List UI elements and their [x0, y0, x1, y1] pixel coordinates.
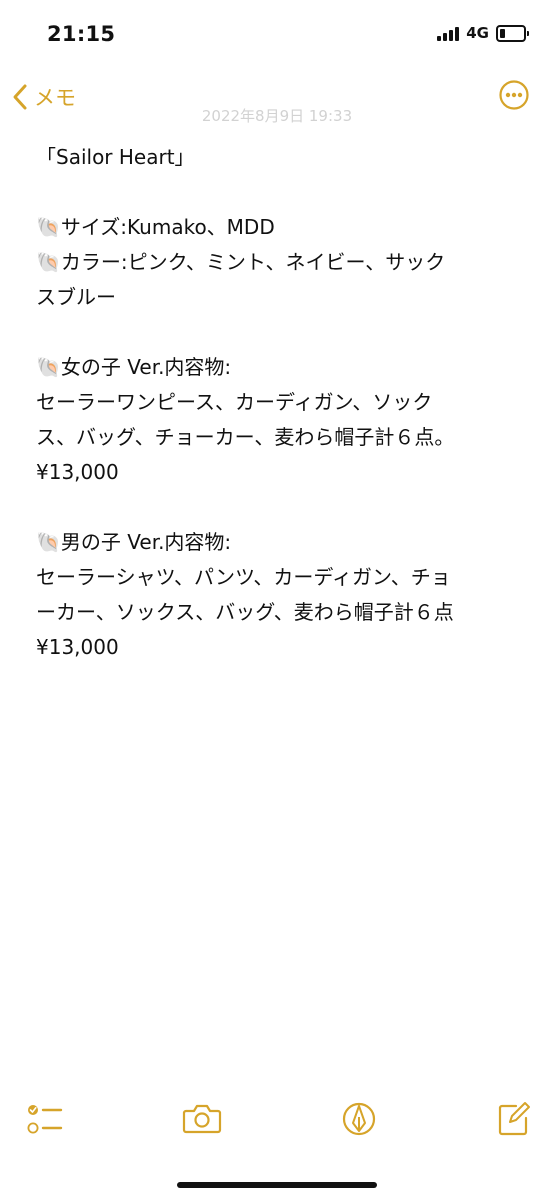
compose-icon — [498, 1102, 530, 1136]
note-line: ス、バッグ、チョーカー、麦わら帽子計６点。 — [36, 425, 455, 449]
checklist-button[interactable] — [26, 1098, 64, 1142]
home-indicator[interactable] — [177, 1182, 377, 1188]
markup-icon — [342, 1102, 376, 1136]
markup-button[interactable] — [339, 1098, 379, 1142]
status-indicators: 4G — [437, 24, 529, 42]
note-price: ¥13,000 — [36, 460, 119, 484]
status-time: 21:15 — [47, 22, 116, 46]
note-line: スブルー — [36, 285, 116, 309]
nav-bar: メモ 2022年8月9日 19:33 — [0, 75, 554, 125]
bottom-toolbar — [0, 1098, 554, 1144]
checklist-icon — [27, 1105, 63, 1134]
note-body[interactable]: 「Sailor Heart」 🐚サイズ:Kumako、MDD 🐚カラー:ピンク、… — [36, 140, 526, 665]
cellular-signal-icon — [437, 25, 460, 41]
note-line: 🐚男の子 Ver.内容物: — [36, 530, 232, 554]
note-line: 🐚女の子 Ver.内容物: — [36, 355, 232, 379]
note-line: ーカー、ソックス、バッグ、麦わら帽子計６点 — [36, 600, 454, 624]
network-type: 4G — [466, 24, 489, 42]
note-line — [36, 315, 526, 350]
note-line: セーラーシャツ、パンツ、カーディガン、チョ — [36, 565, 451, 589]
note-line: 🐚サイズ:Kumako、MDD — [36, 215, 275, 239]
note-line — [36, 175, 526, 210]
camera-icon — [182, 1104, 222, 1134]
note-line — [36, 490, 526, 525]
more-options-button[interactable] — [498, 79, 530, 115]
note-line: セーラーワンピース、カーディガン、ソック — [36, 390, 433, 414]
camera-button[interactable] — [182, 1098, 222, 1142]
note-title: 「Sailor Heart」 — [36, 145, 195, 169]
compose-button[interactable] — [496, 1098, 532, 1142]
note-line: 🐚カラー:ピンク、ミント、ネイビー、サック — [36, 250, 446, 274]
battery-icon — [496, 24, 529, 42]
note-date: 2022年8月9日 19:33 — [201, 107, 353, 125]
status-bar: 21:15 4G — [0, 0, 554, 70]
ellipsis-circle-icon — [499, 80, 529, 110]
note-price: ¥13,000 — [36, 635, 119, 659]
